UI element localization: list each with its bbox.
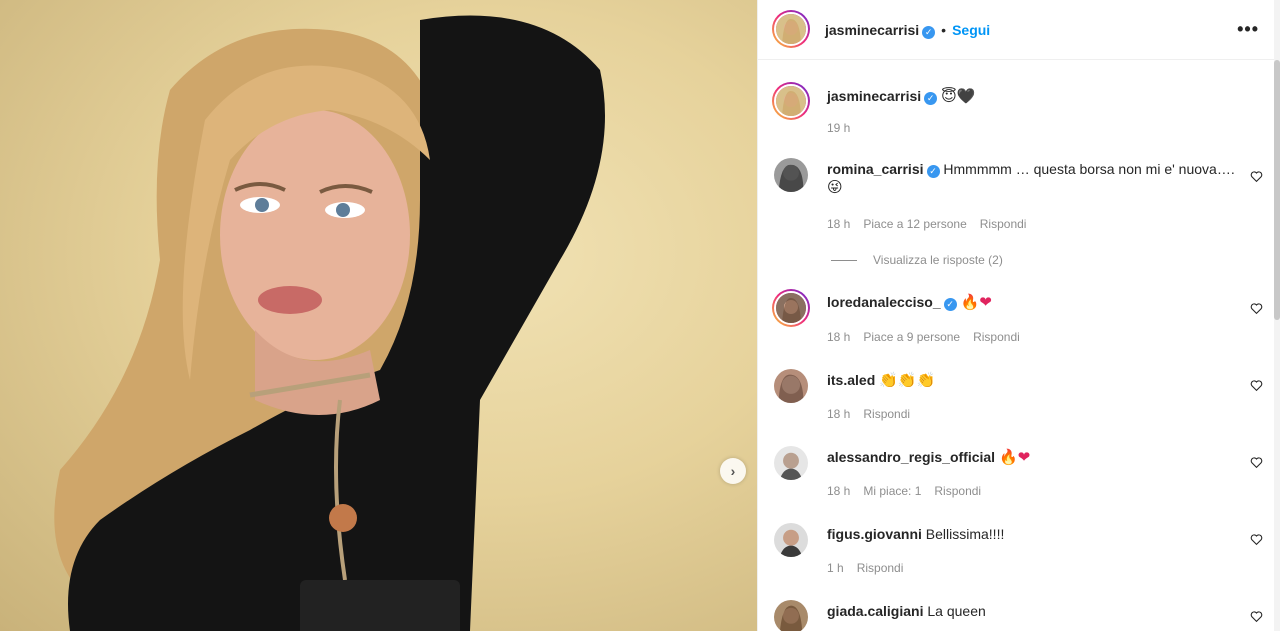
comment-username[interactable]: figus.giovanni: [827, 526, 922, 542]
comment-emoji: 😜: [827, 178, 843, 196]
commenter-avatar[interactable]: [774, 158, 808, 192]
separator-dot: •: [941, 22, 947, 38]
next-photo-button[interactable]: ›: [720, 458, 746, 484]
like-heart-icon[interactable]: [1250, 456, 1263, 469]
comment-text: 🔥❤: [998, 448, 1031, 466]
verified-badge-icon: ✓: [943, 298, 957, 311]
comment-username[interactable]: giada.caligiani: [827, 603, 923, 619]
comment-likes[interactable]: Mi piace: 1: [863, 484, 921, 498]
comment-meta: 18 h Piace a 12 persone Rispondi: [827, 217, 1039, 231]
like-heart-icon[interactable]: [1250, 533, 1263, 546]
commenter-avatar[interactable]: [774, 523, 808, 557]
comment-body: its.aled 👏👏👏: [827, 371, 1247, 389]
caption-time[interactable]: 19 h: [827, 121, 850, 135]
caption-meta: 19 h: [827, 121, 863, 135]
post-header: jasminecarrisi ✓ • Segui •••: [758, 0, 1280, 60]
comment-text: La queen: [927, 603, 986, 619]
comment-text: Hmmmmm … questa borsa non mi e' nuova….: [943, 161, 1235, 177]
comment-likes[interactable]: Piace a 9 persone: [863, 330, 960, 344]
verified-badge-icon: ✓: [924, 92, 938, 105]
comment-time[interactable]: 18 h: [827, 407, 850, 421]
comment-body: giada.caligiani La queen: [827, 602, 1247, 620]
author-avatar[interactable]: [772, 10, 810, 48]
view-replies-button[interactable]: Visualizza le risposte (2): [831, 253, 1003, 267]
comment-body: alessandro_regis_official 🔥❤: [827, 448, 1247, 466]
verified-badge-icon: ✓: [922, 26, 936, 39]
like-heart-icon[interactable]: [1250, 379, 1263, 392]
commenter-avatar[interactable]: [774, 446, 808, 480]
comments-scrollbar[interactable]: [1274, 0, 1280, 631]
comment-time[interactable]: 18 h: [827, 217, 850, 231]
post-photo: ›: [0, 0, 757, 631]
like-heart-icon[interactable]: [1250, 302, 1263, 315]
verified-badge-icon: ✓: [926, 165, 940, 178]
comment-username[interactable]: alessandro_regis_official: [827, 449, 995, 465]
scrollbar-thumb[interactable]: [1274, 60, 1280, 320]
comment-username[interactable]: its.aled: [827, 372, 875, 388]
comment-text: 🔥❤: [960, 293, 992, 311]
author-username[interactable]: jasminecarrisi: [825, 22, 919, 38]
comment-meta: 1 h Rispondi: [827, 561, 916, 575]
comment-body: figus.giovanni Bellissima!!!!: [827, 525, 1247, 543]
post-side-panel: jasminecarrisi ✓ • Segui ••• jasminecarrisi…: [757, 0, 1280, 631]
photo-illustration: [54, 15, 605, 631]
commenter-avatar[interactable]: [774, 369, 808, 403]
follow-button[interactable]: Segui: [952, 22, 990, 38]
comment-meta: 18 h Rispondi: [827, 407, 923, 421]
commenter-avatar[interactable]: [772, 289, 810, 327]
caption-username[interactable]: jasminecarrisi: [827, 88, 921, 104]
caption-emoji: 😇: [941, 87, 957, 105]
commenter-avatar[interactable]: [774, 600, 808, 631]
comment-time[interactable]: 18 h: [827, 484, 850, 498]
comment-text: Bellissima!!!!: [925, 526, 1005, 542]
comment-body: loredanalecciso_ ✓ 🔥❤: [827, 293, 1247, 311]
like-heart-icon[interactable]: [1250, 170, 1263, 183]
reply-button[interactable]: Rispondi: [857, 561, 904, 575]
comment-time[interactable]: 18 h: [827, 330, 850, 344]
caption-body: jasminecarrisi ✓ 😇🖤: [827, 87, 1247, 105]
view-replies-label: Visualizza le risposte (2): [873, 253, 1003, 267]
comment-meta: 18 h Mi piace: 1 Rispondi: [827, 484, 994, 498]
comment-username[interactable]: romina_carrisi: [827, 161, 924, 177]
caption-avatar[interactable]: [772, 82, 810, 120]
comment-username[interactable]: loredanalecciso_: [827, 294, 941, 310]
reply-button[interactable]: Rispondi: [934, 484, 981, 498]
caption-emoji: 🖤: [956, 87, 976, 105]
like-heart-icon[interactable]: [1250, 610, 1263, 623]
comment-text: 👏👏👏: [879, 371, 936, 389]
post-header-info: jasminecarrisi ✓ • Segui: [825, 21, 990, 39]
comment-likes[interactable]: Piace a 12 persone: [863, 217, 966, 231]
reply-button[interactable]: Rispondi: [980, 217, 1027, 231]
chevron-right-icon: ›: [730, 463, 736, 479]
reply-button[interactable]: Rispondi: [973, 330, 1020, 344]
comment-meta: 18 h Piace a 9 persone Rispondi: [827, 330, 1033, 344]
more-options-icon[interactable]: •••: [1237, 20, 1259, 38]
comment-body: romina_carrisi ✓ Hmmmmm … questa borsa no…: [827, 160, 1247, 196]
comment-time[interactable]: 1 h: [827, 561, 844, 575]
reply-button[interactable]: Rispondi: [863, 407, 910, 421]
view-replies-line: [831, 260, 857, 262]
